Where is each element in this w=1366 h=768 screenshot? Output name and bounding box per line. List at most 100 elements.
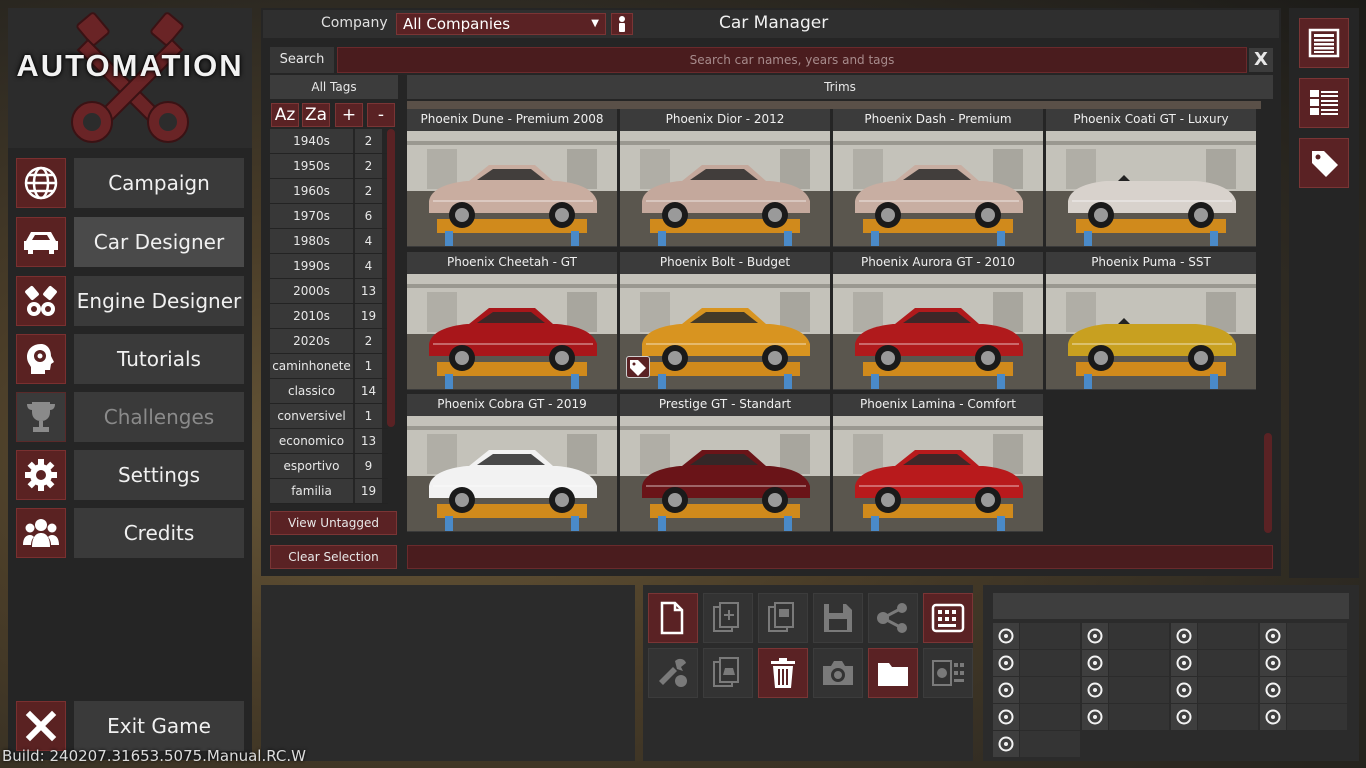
tag-row[interactable]: esportivo 9 — [270, 454, 388, 479]
trims-grid-scrollbar[interactable] — [1264, 433, 1272, 533]
trim-thumbnail — [833, 416, 1043, 531]
view-untagged-button[interactable]: View Untagged — [270, 511, 397, 535]
sort-count-desc-button[interactable]: - — [367, 103, 395, 127]
company-info-button[interactable] — [611, 13, 633, 35]
tag-row[interactable]: 1950s 2 — [270, 154, 388, 179]
nav-car-designer-label[interactable]: Car Designer — [74, 217, 244, 267]
stat-cell — [993, 731, 1081, 757]
tag-row[interactable]: 1960s 2 — [270, 179, 388, 204]
stats-header — [993, 593, 1349, 619]
trim-card[interactable]: Prestige GT - Standart — [620, 394, 830, 532]
search-clear-button[interactable]: X — [1249, 48, 1273, 72]
trim-card[interactable]: Phoenix Dash - Premium — [833, 109, 1043, 247]
stat-cell — [1260, 704, 1348, 730]
export-button[interactable] — [923, 648, 973, 698]
tag-name: 1960s — [270, 179, 353, 203]
nav-tutorials-label[interactable]: Tutorials — [74, 334, 244, 384]
folder-button[interactable] — [868, 648, 918, 698]
trim-card[interactable]: Phoenix Cheetah - GT — [407, 251, 617, 390]
multi-select-icon — [931, 603, 965, 633]
stat-value — [1198, 623, 1258, 649]
tag-icon[interactable] — [626, 355, 650, 378]
exit-game-label[interactable]: Exit Game — [74, 701, 244, 751]
company-value: All Companies — [403, 15, 511, 33]
duplicate-car-icon — [713, 657, 739, 687]
search-input[interactable]: Search car names, years and tags — [337, 47, 1247, 73]
sort-count-asc-button[interactable]: + — [335, 103, 363, 127]
trash-button[interactable] — [758, 648, 808, 698]
sort-za-button[interactable]: Za — [302, 103, 330, 127]
tag-name: 2010s — [270, 304, 353, 328]
main-menu: AUTOMATION Campaign Car Designer Engine … — [8, 8, 252, 760]
tag-row[interactable]: caminhonete 1 — [270, 354, 388, 379]
nav-tutorials[interactable]: Tutorials — [16, 334, 244, 384]
company-dropdown[interactable]: All Companies ▼ — [396, 13, 606, 35]
tag-name: 1970s — [270, 204, 353, 228]
stat-value — [1109, 677, 1169, 703]
tag-row[interactable]: economico 13 — [270, 429, 388, 454]
nav-engine-designer[interactable]: Engine Designer — [16, 276, 244, 326]
trim-thumbnail — [620, 273, 830, 389]
tag-row[interactable]: 2000s 13 — [270, 279, 388, 304]
trim-name: Phoenix Dune - Premium 2008 — [407, 109, 617, 130]
nav-challenges-label[interactable]: Challenges — [74, 392, 244, 442]
nav-credits[interactable]: Credits — [16, 508, 244, 558]
tag-row[interactable]: familia 19 — [270, 479, 388, 504]
nav-challenges[interactable]: Challenges — [16, 392, 244, 442]
nav-campaign[interactable]: Campaign — [16, 158, 244, 208]
nav-car-designer[interactable]: Car Designer — [16, 217, 244, 267]
nav-engine-designer-label[interactable]: Engine Designer — [74, 276, 244, 326]
tag-row[interactable]: 1970s 6 — [270, 204, 388, 229]
clear-selection-button[interactable]: Clear Selection — [270, 545, 397, 569]
stat-value — [1287, 704, 1347, 730]
copy-file-button[interactable] — [758, 593, 808, 643]
new-file-button[interactable] — [648, 593, 698, 643]
safety-icon — [1171, 677, 1197, 703]
tags-header[interactable]: All Tags — [270, 75, 398, 99]
reliability-icon — [1082, 704, 1108, 730]
tag-view-button[interactable] — [1299, 138, 1349, 188]
tag-row[interactable]: 1980s 4 — [270, 229, 388, 254]
trim-card[interactable]: Phoenix Coati GT - Luxury — [1046, 109, 1256, 247]
share-icon — [877, 603, 907, 633]
trims-header: Trims — [407, 75, 1273, 99]
tag-row[interactable]: 1940s 2 — [270, 129, 388, 154]
add-file-button[interactable] — [703, 593, 753, 643]
trim-name: Phoenix Cobra GT - 2019 — [407, 394, 617, 415]
trim-card[interactable]: Phoenix Dune - Premium 2008 — [407, 109, 617, 247]
save-button[interactable] — [813, 593, 863, 643]
duplicate-car-button[interactable] — [703, 648, 753, 698]
trim-card[interactable]: Phoenix Cobra GT - 2019 — [407, 394, 617, 532]
tool-button[interactable] — [648, 648, 698, 698]
multi-select-button[interactable] — [923, 593, 973, 643]
tag-name: esportivo — [270, 454, 353, 478]
tool-icon — [659, 658, 687, 687]
tag-row[interactable]: classico 14 — [270, 379, 388, 404]
trim-card[interactable]: Phoenix Lamina - Comfort — [833, 394, 1043, 532]
tag-name: 1980s — [270, 229, 353, 253]
trim-card[interactable]: Phoenix Bolt - Budget — [620, 251, 830, 390]
trim-card[interactable]: Phoenix Puma - SST — [1046, 251, 1256, 390]
tag-row[interactable]: 2010s 19 — [270, 304, 388, 329]
camera-button[interactable] — [813, 648, 863, 698]
nav-settings-label[interactable]: Settings — [74, 450, 244, 500]
tag-row[interactable]: 1990s 4 — [270, 254, 388, 279]
nav-credits-label[interactable]: Credits — [74, 508, 244, 558]
tag-row[interactable]: conversivel 1 — [270, 404, 388, 429]
nav-campaign-label[interactable]: Campaign — [74, 158, 244, 208]
sort-az-button[interactable]: Az — [271, 103, 299, 127]
tag-count: 9 — [355, 454, 382, 478]
nav-settings[interactable]: Settings — [16, 450, 244, 500]
trim-card[interactable]: Phoenix Aurora GT - 2010 — [833, 251, 1043, 390]
trim-card[interactable]: Phoenix Dior - 2012 — [620, 109, 830, 247]
tag-list-scrollbar[interactable] — [387, 129, 395, 427]
share-button[interactable] — [868, 593, 918, 643]
tag-row[interactable]: 2020s 2 — [270, 329, 388, 354]
exit-game-button[interactable]: Exit Game — [16, 701, 244, 751]
list-view-button[interactable] — [1299, 18, 1349, 68]
grid-view-button[interactable] — [1299, 78, 1349, 128]
trim-name: Phoenix Lamina - Comfort — [833, 394, 1043, 415]
tag-list: 1940s 2 1950s 2 1960s 2 1970s 6 1980s 4 1990s 4 2000… — [270, 129, 388, 511]
stat-value — [1020, 677, 1080, 703]
tag-name: 2020s — [270, 329, 353, 353]
